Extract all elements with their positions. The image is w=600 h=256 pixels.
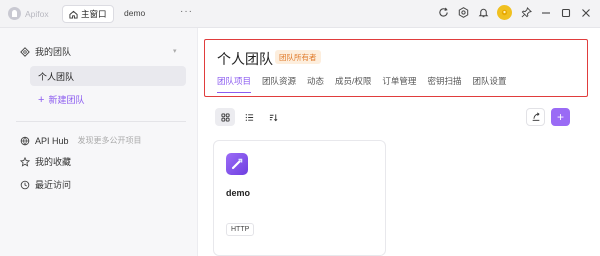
globe-icon xyxy=(20,136,30,145)
recent-label: 最近访问 xyxy=(35,180,72,190)
team-tabs: 团队项目 团队资源 动态 成员/权限 订单管理 密钥扫描 团队设置 xyxy=(217,75,506,93)
sidebar: 我的团队 ▾ 个人团队 + 新建团队 API Hub 发现更多公开项目 我的收藏… xyxy=(0,28,198,256)
pin-icon[interactable] xyxy=(520,7,532,19)
close-icon[interactable] xyxy=(580,7,592,19)
tab-demo[interactable]: demo xyxy=(124,8,145,18)
project-icon xyxy=(226,153,248,175)
new-team-label: 新建团队 xyxy=(48,95,85,105)
project-card[interactable]: demo HTTP xyxy=(213,140,386,256)
clock-icon xyxy=(20,180,30,189)
rocket-icon xyxy=(231,158,243,170)
sidebar-item-favorites[interactable]: 我的收藏 xyxy=(20,155,71,168)
home-icon xyxy=(69,10,78,19)
project-name: demo xyxy=(226,188,251,198)
collapse-caret-icon[interactable]: ▾ xyxy=(173,47,177,55)
list-icon xyxy=(245,113,253,121)
tab-orders[interactable]: 订单管理 xyxy=(382,75,416,93)
app-name: Apifox xyxy=(25,8,49,19)
add-project-button[interactable]: + xyxy=(551,108,570,126)
app-logo: Apifox xyxy=(8,7,49,20)
avatar[interactable] xyxy=(497,5,512,20)
tab-team-settings[interactable]: 团队设置 xyxy=(472,75,506,93)
tab-main-window[interactable]: 主窗口 xyxy=(62,5,114,23)
plus-icon: + xyxy=(38,93,45,106)
maximize-icon[interactable] xyxy=(560,7,572,19)
sidebar-item-recent[interactable]: 最近访问 xyxy=(20,178,71,191)
apifox-logo-icon xyxy=(8,7,21,20)
user-avatar-icon xyxy=(501,9,508,16)
minimize-icon[interactable] xyxy=(540,7,552,19)
tab-secret-scan[interactable]: 密钥扫描 xyxy=(427,75,461,93)
title-bar: Apifox 主窗口 demo ··· xyxy=(0,0,600,28)
import-button[interactable] xyxy=(526,108,545,126)
api-hub-label: API Hub xyxy=(35,135,69,146)
tab-team-projects[interactable]: 团队项目 xyxy=(217,75,252,93)
settings-icon[interactable] xyxy=(457,7,469,19)
grid-view-button[interactable] xyxy=(215,108,235,126)
import-icon xyxy=(532,112,540,121)
status-badge: 团队所有者 xyxy=(275,50,321,64)
sidebar-divider xyxy=(16,121,186,122)
new-team-button[interactable]: + 新建团队 xyxy=(38,93,84,106)
sort-button[interactable] xyxy=(263,108,283,126)
tab-team-resources[interactable]: 团队资源 xyxy=(262,75,296,93)
more-tabs-button[interactable]: ··· xyxy=(180,6,193,17)
star-icon xyxy=(20,156,30,167)
tab-activity[interactable]: 动态 xyxy=(307,75,324,93)
team-icon xyxy=(20,46,30,57)
bell-icon[interactable] xyxy=(477,7,489,19)
list-view-button[interactable] xyxy=(239,108,259,126)
grid-icon xyxy=(220,112,230,122)
view-toolbar xyxy=(215,108,283,126)
refresh-icon[interactable] xyxy=(437,7,449,19)
tab-main-window-label: 主窗口 xyxy=(81,9,107,19)
favorites-label: 我的收藏 xyxy=(35,157,72,167)
sidebar-team-header-label: 我的团队 xyxy=(35,47,72,57)
page-title: 个人团队 xyxy=(217,51,273,67)
tab-members[interactable]: 成员/权限 xyxy=(335,75,371,93)
team-header: 个人团队 团队所有者 团队项目 团队资源 动态 成员/权限 订单管理 密钥扫描 … xyxy=(204,39,588,97)
project-type-badge: HTTP xyxy=(226,223,255,236)
plus-icon: + xyxy=(556,110,564,124)
main-content: 个人团队 团队所有者 团队项目 团队资源 动态 成员/权限 订单管理 密钥扫描 … xyxy=(199,28,600,256)
sidebar-item-personal-team[interactable]: 个人团队 xyxy=(30,66,186,86)
sort-icon xyxy=(269,113,277,121)
sidebar-item-api-hub[interactable]: API Hub 发现更多公开项目 xyxy=(20,135,142,146)
api-hub-subtitle: 发现更多公开项目 xyxy=(77,136,142,145)
sidebar-team-group[interactable]: 我的团队 xyxy=(20,45,71,58)
